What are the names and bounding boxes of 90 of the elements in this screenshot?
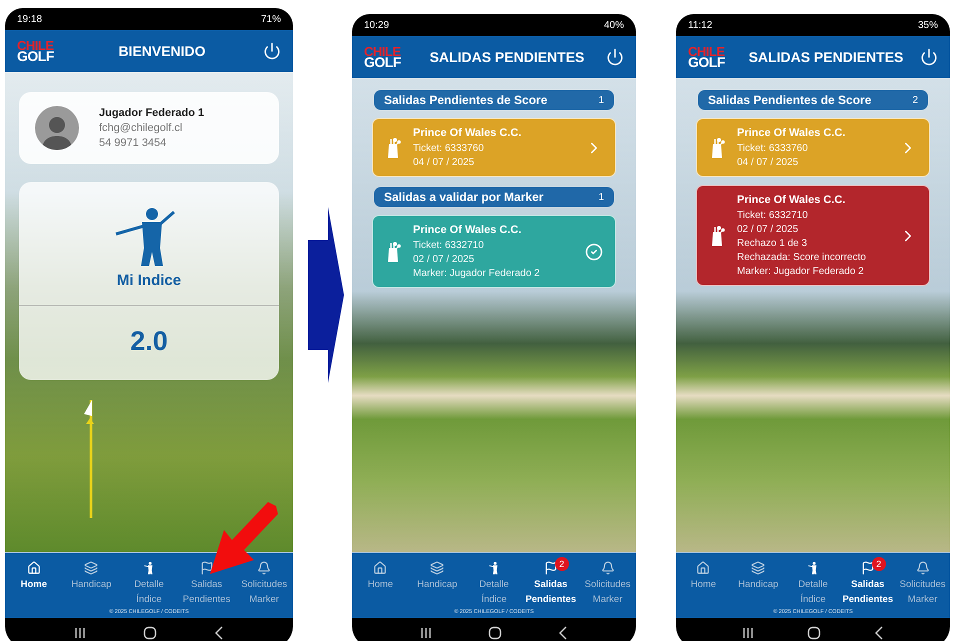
battery-level: 71% [260,14,281,24]
nav-tab[interactable]: Solicitudes Marker [579,561,636,607]
nav-tab[interactable]: Handicap [730,561,786,607]
notification-badge: 2 [872,557,886,571]
recent-apps-icon[interactable] [74,627,86,639]
logo-text: CHILE [17,40,54,51]
home-button-icon[interactable] [806,626,821,640]
tee-time-card[interactable]: Prince Of Wales C.C. Ticket: 6332710 02 / 07 / 2025 Rechazo 1 de 3 Rechazada: Score incorrecto Marker: Jugador Federado 2 [696,185,930,286]
club-name: Prince Of Wales C.C. [737,127,846,139]
card-detail: Marker: Jugador Federado 2 [737,266,865,277]
nav-tab[interactable]: Solicitudes Marker [235,561,293,607]
flag-icon [200,561,214,575]
club-name: Prince Of Wales C.C. [413,224,522,236]
layers-icon [84,561,98,575]
card-detail: Rechazo 1 de 3 [737,238,808,249]
golf-bag-icon [709,136,727,160]
card-detail: 04 / 07 / 2025 [413,157,476,168]
home-icon [373,561,388,575]
card-detail: Rechazada: Score incorrecto [737,252,867,263]
home-icon [26,561,41,575]
club-name: Prince Of Wales C.C. [737,194,846,206]
nav-tab[interactable]: Handicap [408,561,466,607]
home-button-icon[interactable] [488,626,502,640]
bell-icon [916,561,930,575]
nav-tab[interactable]: Home [676,561,731,607]
home-button-icon[interactable] [142,626,157,640]
player-phone: 54 9971 3454 [99,137,168,149]
power-icon[interactable] [606,48,624,66]
nav-tab[interactable]: Handicap [62,561,120,607]
index-label: Mi Indice [116,272,182,289]
status-time: 19:18 [17,14,42,24]
recent-apps-icon[interactable] [742,627,754,639]
section-title: Salidas a validar por Marker [384,190,544,204]
section-title: Salidas Pendientes de Score [384,93,548,107]
club-name: Prince Of Wales C.C. [413,127,522,139]
logo-text: GOLF [17,50,55,62]
back-icon[interactable] [558,626,568,640]
card-detail: Ticket: 6333760 [737,143,809,154]
layers-icon [430,561,444,575]
golf-bag-icon [385,136,403,160]
logo-text: GOLF [688,56,726,68]
screen-title: SALIDAS PENDIENTES [748,49,904,65]
flag-icon [544,561,558,575]
section-count: 1 [598,192,604,202]
screen-title: SALIDAS PENDIENTES [428,49,586,65]
avatar-silhouette [35,106,79,150]
check-circle-icon [585,242,603,260]
back-icon[interactable] [874,626,884,640]
nav-tab[interactable]: Detalle Índice [120,561,178,607]
card-detail: Ticket: 6333760 [413,143,485,154]
notification-badge: 2 [554,557,569,571]
section-title: Salidas Pendientes de Score [708,93,872,107]
nav-tab[interactable]: Detalle Índice [466,561,522,607]
logo-text: CHILE [688,46,724,57]
recent-apps-icon[interactable] [420,627,432,639]
tee-time-card[interactable]: Prince Of Wales C.C. Ticket: 6333760 04 / 07 / 2025 [372,118,616,177]
golf-bag-icon [385,240,403,264]
card-detail: 02 / 07 / 2025 [413,254,476,265]
section-count: 2 [912,94,918,106]
card-detail: 02 / 07 / 2025 [737,224,800,235]
battery-level: 35% [918,20,938,30]
card-detail: Marker: Jugador Federado 2 [413,268,541,279]
nav-tab[interactable]: Detalle Índice [786,561,840,607]
logo-text: GOLF [364,56,402,68]
bell-icon [257,561,272,575]
power-icon[interactable] [263,42,281,60]
golf-bag-icon [709,224,727,248]
back-icon[interactable] [214,626,224,640]
status-time: 10:29 [364,20,390,30]
screen-title: BIENVENIDO [117,43,207,59]
bell-icon [600,561,615,575]
logo-text: CHILE [364,46,400,57]
status-time: 11:12 [688,20,712,30]
nav-tab[interactable]: Home [5,561,63,607]
nav-tab[interactable]: Home [352,561,409,607]
section-count: 1 [598,94,604,106]
tee-time-card[interactable]: Prince Of Wales C.C. Ticket: 6332710 02 / 07 / 2025 Marker: Jugador Federado 2 [372,215,616,288]
card-detail: Ticket: 6332710 [737,210,809,221]
power-icon[interactable] [920,48,938,66]
player-email: fchg@chilegolf.cl [99,122,184,134]
tee-time-card[interactable]: Prince Of Wales C.C. Ticket: 6333760 04 / 07 / 2025 [696,118,930,177]
nav-tab[interactable]: Solicitudes Marker [895,561,950,607]
flag-icon [860,561,875,575]
home-icon [696,561,710,575]
index-value: 2.0 [130,326,168,357]
layers-icon [751,561,766,575]
player-name: Jugador Federado 1 [99,107,204,119]
card-detail: Ticket: 6332710 [413,240,485,251]
card-detail: 04 / 07 / 2025 [737,157,800,168]
battery-level: 40% [604,20,624,30]
